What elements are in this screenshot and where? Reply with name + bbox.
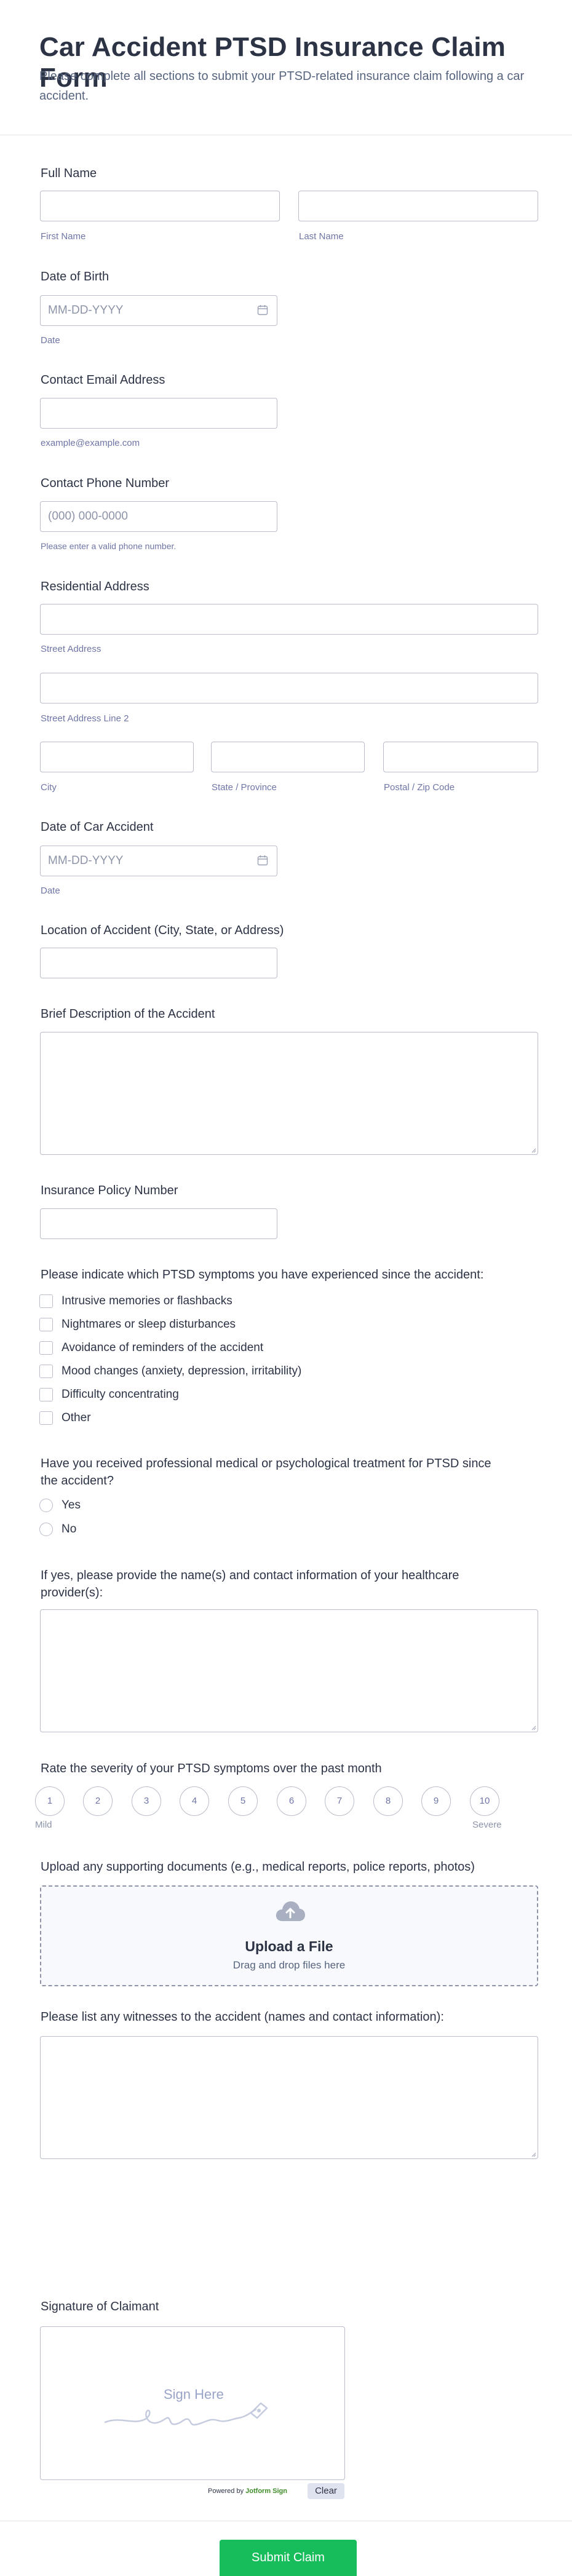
accident-date-label: Date of Car Accident <box>41 820 154 834</box>
powered-by: Powered by Jotform Sign <box>208 2487 287 2495</box>
last-name-sublabel: Last Name <box>299 231 344 242</box>
checkbox[interactable] <box>39 1365 53 1378</box>
submit-button[interactable]: Submit Claim <box>220 2540 357 2576</box>
checkbox[interactable] <box>39 1294 53 1308</box>
checkbox[interactable] <box>39 1318 53 1331</box>
state-sublabel: State / Province <box>212 782 277 793</box>
full-name-label: Full Name <box>41 167 97 180</box>
description-label: Brief Description of the Accident <box>41 1007 215 1021</box>
phone-label: Contact Phone Number <box>41 477 170 490</box>
severity-option-2[interactable]: 2 <box>83 1786 113 1816</box>
severity-option-3[interactable]: 3 <box>132 1786 161 1816</box>
calendar-icon[interactable] <box>257 855 268 866</box>
witnesses-label: Please list any witnesses to the acciden… <box>41 2010 444 2024</box>
street-address-input[interactable] <box>40 604 538 635</box>
form-header: Car Accident PTSD Insurance Claim Form P… <box>0 0 572 135</box>
providers-label-line2: provider(s): <box>41 1586 103 1599</box>
checkbox[interactable] <box>39 1411 53 1425</box>
first-name-sublabel: First Name <box>41 231 86 242</box>
street-address-line2-sublabel: Street Address Line 2 <box>41 713 129 724</box>
description-textarea[interactable] <box>40 1032 538 1155</box>
accident-date-input[interactable]: MM-DD-YYYY <box>40 846 277 876</box>
resize-grip-icon[interactable] <box>530 2151 536 2157</box>
dob-label: Date of Birth <box>41 270 109 283</box>
street-address-sublabel: Street Address <box>41 644 101 654</box>
cloud-upload-icon <box>276 1901 305 1921</box>
phone-input[interactable]: (000) 000-0000 <box>40 501 277 532</box>
policy-label: Insurance Policy Number <box>41 1184 178 1197</box>
severity-option-1[interactable]: 1 <box>35 1786 65 1816</box>
signature-placeholder: Sign Here <box>164 2387 224 2402</box>
file-upload-dropzone[interactable]: Upload a File Drag and drop files here <box>40 1885 538 1986</box>
zip-input[interactable] <box>383 742 538 772</box>
email-sublabel: example@example.com <box>41 438 140 448</box>
resize-grip-icon[interactable] <box>530 1724 536 1730</box>
phone-placeholder: (000) 000-0000 <box>48 510 128 523</box>
severity-option-9[interactable]: 9 <box>421 1786 451 1816</box>
location-label: Location of Accident (City, State, or Ad… <box>41 924 284 937</box>
address-label: Residential Address <box>41 580 149 593</box>
providers-textarea[interactable] <box>40 1609 538 1732</box>
street-address-line2-input[interactable] <box>40 673 538 703</box>
zip-sublabel: Postal / Zip Code <box>384 782 455 793</box>
form-subtitle: Please complete all sections to submit y… <box>39 69 525 103</box>
radio[interactable] <box>39 1523 53 1536</box>
first-name-input[interactable] <box>40 191 280 221</box>
severity-max-label: Severe <box>472 1820 502 1830</box>
treatment-label-line1: Have you received professional medical o… <box>41 1457 491 1470</box>
signature-label: Signature of Claimant <box>41 2300 159 2313</box>
severity-option-8[interactable]: 8 <box>373 1786 403 1816</box>
last-name-input[interactable] <box>298 191 538 221</box>
dob-input[interactable]: MM-DD-YYYY <box>40 295 277 326</box>
severity-option-6[interactable]: 6 <box>277 1786 306 1816</box>
clear-signature-button[interactable]: Clear <box>308 2483 344 2499</box>
severity-option-10[interactable]: 10 <box>470 1786 499 1816</box>
email-input[interactable] <box>40 398 277 429</box>
dob-placeholder: MM-DD-YYYY <box>48 304 124 317</box>
phone-sublabel: Please enter a valid phone number. <box>41 541 177 551</box>
treatment-label-line2: the accident? <box>41 1474 114 1488</box>
checkbox[interactable] <box>39 1341 53 1355</box>
state-input[interactable] <box>211 742 365 772</box>
symptoms-label: Please indicate which PTSD symptoms you … <box>41 1268 484 1282</box>
checkbox[interactable] <box>39 1388 53 1401</box>
city-input[interactable] <box>40 742 194 772</box>
email-label: Contact Email Address <box>41 373 165 387</box>
severity-option-5[interactable]: 5 <box>228 1786 258 1816</box>
witnesses-textarea[interactable] <box>40 2036 538 2159</box>
calendar-icon[interactable] <box>257 304 268 315</box>
jotform-sign-brand: Jotform Sign <box>245 2487 287 2495</box>
city-sublabel: City <box>41 782 57 793</box>
severity-label: Rate the severity of your PTSD symptoms … <box>41 1762 382 1775</box>
accident-date-placeholder: MM-DD-YYYY <box>48 854 124 867</box>
radio[interactable] <box>39 1499 53 1512</box>
upload-title: Upload a File <box>245 1938 333 1954</box>
upload-subtitle: Drag and drop files here <box>232 1959 346 1971</box>
dob-sublabel: Date <box>41 335 60 346</box>
signature-pad[interactable]: Sign Here <box>40 2326 345 2480</box>
severity-option-7[interactable]: 7 <box>325 1786 354 1816</box>
upload-label: Upload any supporting documents (e.g., m… <box>41 1860 475 1874</box>
providers-label-line1: If yes, please provide the name(s) and c… <box>41 1569 459 1582</box>
resize-grip-icon[interactable] <box>530 1147 536 1153</box>
policy-number-input[interactable] <box>40 1208 277 1239</box>
severity-min-label: Mild <box>35 1820 52 1830</box>
location-input[interactable] <box>40 948 277 978</box>
severity-option-4[interactable]: 4 <box>180 1786 209 1816</box>
accident-date-sublabel: Date <box>41 886 60 896</box>
